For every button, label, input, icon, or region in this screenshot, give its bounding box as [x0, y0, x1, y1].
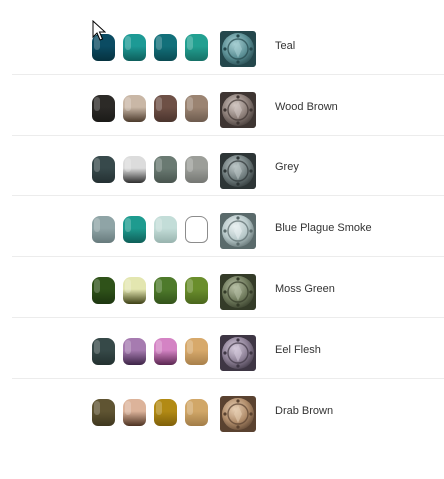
paint-pot-icon[interactable] — [154, 337, 177, 365]
paint-pot-group — [92, 337, 208, 366]
paint-pot-icon[interactable] — [92, 216, 115, 244]
paint-pot-icon[interactable] — [185, 94, 208, 122]
model-thumbnail[interactable] — [220, 152, 256, 189]
paint-pot-icon[interactable] — [123, 277, 146, 305]
model-thumbnail[interactable] — [220, 395, 256, 432]
model-thumbnail[interactable] — [220, 334, 256, 371]
paint-pot-icon[interactable] — [154, 398, 177, 426]
paint-pot-icon[interactable] — [123, 34, 146, 61]
paint-pot-icon[interactable] — [185, 277, 208, 305]
scheme-name[interactable]: Wood Brown — [275, 75, 338, 135]
paint-pot-icon[interactable] — [92, 398, 115, 426]
paint-pot-icon[interactable] — [92, 337, 115, 365]
paint-pot-icon[interactable] — [185, 155, 208, 183]
paint-pot-icon[interactable] — [154, 94, 177, 122]
paint-pot-icon[interactable] — [92, 277, 115, 305]
scheme-name[interactable]: Teal — [275, 14, 295, 74]
paint-pot-icon[interactable] — [185, 34, 208, 61]
scheme-name[interactable]: Moss Green — [275, 257, 335, 317]
scheme-row[interactable]: Grey — [12, 136, 444, 197]
scheme-row[interactable]: Wood Brown — [12, 75, 444, 136]
model-thumbnail[interactable] — [220, 213, 256, 250]
model-thumbnail[interactable] — [220, 91, 256, 128]
paint-pot-icon[interactable] — [154, 277, 177, 305]
paint-pot-icon[interactable] — [154, 34, 177, 61]
scheme-row[interactable]: Blue Plague Smoke — [12, 196, 444, 258]
paint-pot-icon[interactable] — [92, 155, 115, 183]
paint-pot-icon[interactable] — [185, 216, 208, 244]
paint-pot-icon[interactable] — [92, 34, 115, 61]
paint-pot-icon[interactable] — [123, 398, 146, 426]
paint-pot-icon[interactable] — [185, 337, 208, 365]
paint-pot-group — [92, 398, 208, 427]
paint-pot-icon[interactable] — [154, 155, 177, 183]
paint-pot-group — [92, 94, 208, 123]
scheme-list: Teal Wood Brown Grey Blue Plague Smoke Moss … — [12, 14, 444, 440]
model-thumbnail[interactable] — [220, 274, 256, 311]
paint-pot-icon[interactable] — [154, 216, 177, 244]
paint-pot-icon[interactable] — [92, 94, 115, 122]
paint-pot-group — [92, 34, 208, 62]
paint-pot-group — [92, 277, 208, 305]
paint-pot-icon[interactable] — [123, 155, 146, 183]
paint-pot-icon[interactable] — [123, 216, 146, 244]
scheme-row[interactable]: Moss Green — [12, 257, 444, 318]
paint-pot-icon[interactable] — [185, 398, 208, 426]
scheme-name[interactable]: Eel Flesh — [275, 318, 321, 378]
scheme-row[interactable]: Teal — [12, 14, 444, 75]
paint-pot-group — [92, 216, 208, 244]
scheme-name[interactable]: Blue Plague Smoke — [275, 196, 372, 256]
model-thumbnail[interactable] — [220, 31, 256, 67]
paint-pot-icon[interactable] — [123, 337, 146, 365]
scheme-name[interactable]: Drab Brown — [275, 379, 333, 440]
scheme-row[interactable]: Eel Flesh — [12, 318, 444, 379]
scheme-name[interactable]: Grey — [275, 136, 299, 196]
scheme-row[interactable]: Drab Brown — [12, 379, 444, 440]
paint-pot-icon[interactable] — [123, 94, 146, 122]
paint-pot-group — [92, 155, 208, 184]
